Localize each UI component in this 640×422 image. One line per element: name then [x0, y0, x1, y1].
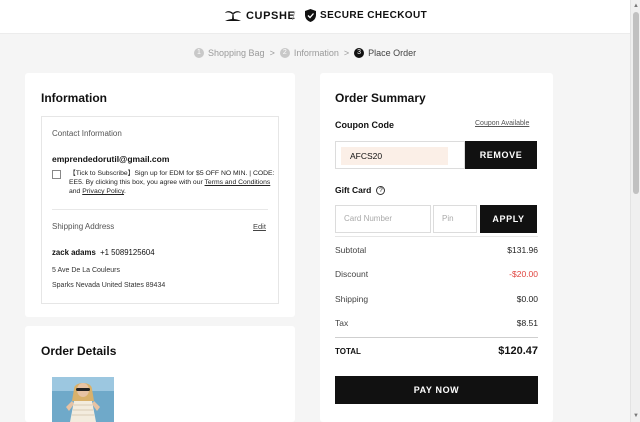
step-number: 1 — [194, 48, 204, 58]
apply-gift-card-button[interactable]: APPLY — [480, 205, 537, 233]
scroll-up-arrow-icon[interactable]: ▲ — [633, 3, 639, 9]
step-number: 3 — [354, 48, 365, 58]
subscribe-text: 【Tick to Subscribe】Sign up for EDM for $… — [69, 169, 275, 196]
site-header: CUPSHE / SECURE CHECKOUT — [0, 0, 630, 34]
breadcrumb-separator: > — [343, 48, 350, 58]
breadcrumb-step-shopping-bag[interactable]: 1 Shopping Bag — [194, 48, 265, 58]
breadcrumb-step-information[interactable]: 2 Information — [279, 48, 339, 58]
information-title: Information — [41, 91, 107, 105]
total-value: $120.47 — [498, 345, 538, 357]
brand-name: CUPSHE — [246, 10, 296, 22]
coupon-code-label: Coupon Code — [335, 120, 394, 130]
checkout-breadcrumb: 1 Shopping Bag > 2 Information > 3 Place… — [194, 48, 416, 58]
step-label: Information — [293, 48, 339, 58]
shipping-address-label: Shipping Address — [52, 222, 115, 231]
and-text: and — [69, 188, 83, 195]
tax-row: Tax $8.51 — [335, 318, 538, 328]
terms-link[interactable]: Terms and Conditions — [205, 179, 271, 186]
edit-address-link[interactable]: Edit — [253, 222, 266, 231]
subtotal-row: Subtotal $131.96 — [335, 245, 538, 255]
scroll-down-arrow-icon[interactable]: ▼ — [633, 413, 639, 419]
question-circle-icon[interactable]: ? — [376, 185, 386, 195]
total-label: TOTAL — [335, 346, 361, 356]
subtotal-label: Subtotal — [335, 245, 367, 255]
contact-box: Contact Information emprendedorutil@gmai… — [41, 116, 279, 304]
order-details-title: Order Details — [41, 344, 117, 358]
secure-checkout-badge: SECURE CHECKOUT — [305, 9, 427, 22]
subscribe-period: . — [124, 188, 126, 195]
header-separator: / — [292, 9, 296, 23]
total-divider — [335, 337, 538, 338]
tax-label: Tax — [335, 318, 349, 328]
subtotal-value: $131.96 — [507, 245, 538, 255]
order-summary-card: Order Summary Coupon Code Coupon Availab… — [320, 73, 553, 422]
shipping-row: Shipping $0.00 — [335, 294, 538, 304]
recipient-phone: +1 5089125604 — [100, 248, 155, 257]
step-label: Place Order — [368, 48, 417, 58]
pay-now-button[interactable]: PAY NOW — [335, 376, 538, 404]
gift-card-heading: Gift Card ? — [335, 185, 386, 195]
subscribe-checkbox[interactable] — [52, 170, 61, 179]
discount-label: Discount — [335, 269, 369, 279]
shipping-label: Shipping — [335, 294, 369, 304]
contact-email: emprendedorutil@gmail.com — [52, 154, 170, 164]
shield-check-icon — [305, 9, 316, 22]
coupon-code-value: AFCS20 — [341, 147, 448, 165]
coupon-available-link[interactable]: Coupon Available — [475, 120, 529, 127]
contact-divider — [52, 209, 268, 210]
breadcrumb-separator: > — [269, 48, 275, 58]
step-label: Shopping Bag — [208, 48, 265, 58]
total-row: TOTAL $120.47 — [335, 345, 538, 357]
information-card: Information Contact Information emprende… — [25, 73, 295, 317]
gift-card-pin-input[interactable]: Pin — [433, 205, 477, 233]
recipient-line: zack adams +1 5089125604 — [52, 248, 155, 257]
address-line-2: Sparks Nevada United States 89434 — [52, 282, 166, 289]
scrollbar-thumb[interactable] — [633, 12, 639, 194]
contact-information-label: Contact Information — [52, 129, 122, 138]
palm-island-logo-icon — [225, 11, 241, 21]
page-scrollbar[interactable]: ▲ ▼ — [630, 0, 640, 422]
shipping-value: $0.00 — [516, 294, 538, 304]
secure-checkout-label: SECURE CHECKOUT — [320, 10, 428, 21]
breadcrumb-step-place-order: 3 Place Order — [354, 48, 416, 58]
coupon-code-input[interactable]: AFCS20 — [335, 141, 465, 169]
recipient-name: zack adams — [52, 248, 96, 257]
product-photo — [52, 377, 114, 422]
step-number: 2 — [279, 48, 290, 58]
order-details-card: Order Details — [25, 326, 295, 422]
gift-card-label: Gift Card — [335, 185, 372, 195]
discount-value: -$20.00 — [509, 269, 538, 279]
remove-coupon-button[interactable]: REMOVE — [465, 141, 537, 169]
tax-value: $8.51 — [516, 318, 538, 328]
order-summary-title: Order Summary — [335, 91, 426, 105]
address-line-1: 5 Ave De La Couleurs — [52, 267, 120, 274]
gift-card-number-input[interactable]: Card Number — [335, 205, 431, 233]
summary-divider — [335, 236, 538, 237]
product-thumbnail[interactable] — [52, 377, 114, 422]
privacy-policy-link[interactable]: Privacy Policy — [82, 188, 124, 195]
brand-logo[interactable]: CUPSHE — [224, 9, 295, 23]
discount-row: Discount -$20.00 — [335, 269, 538, 279]
